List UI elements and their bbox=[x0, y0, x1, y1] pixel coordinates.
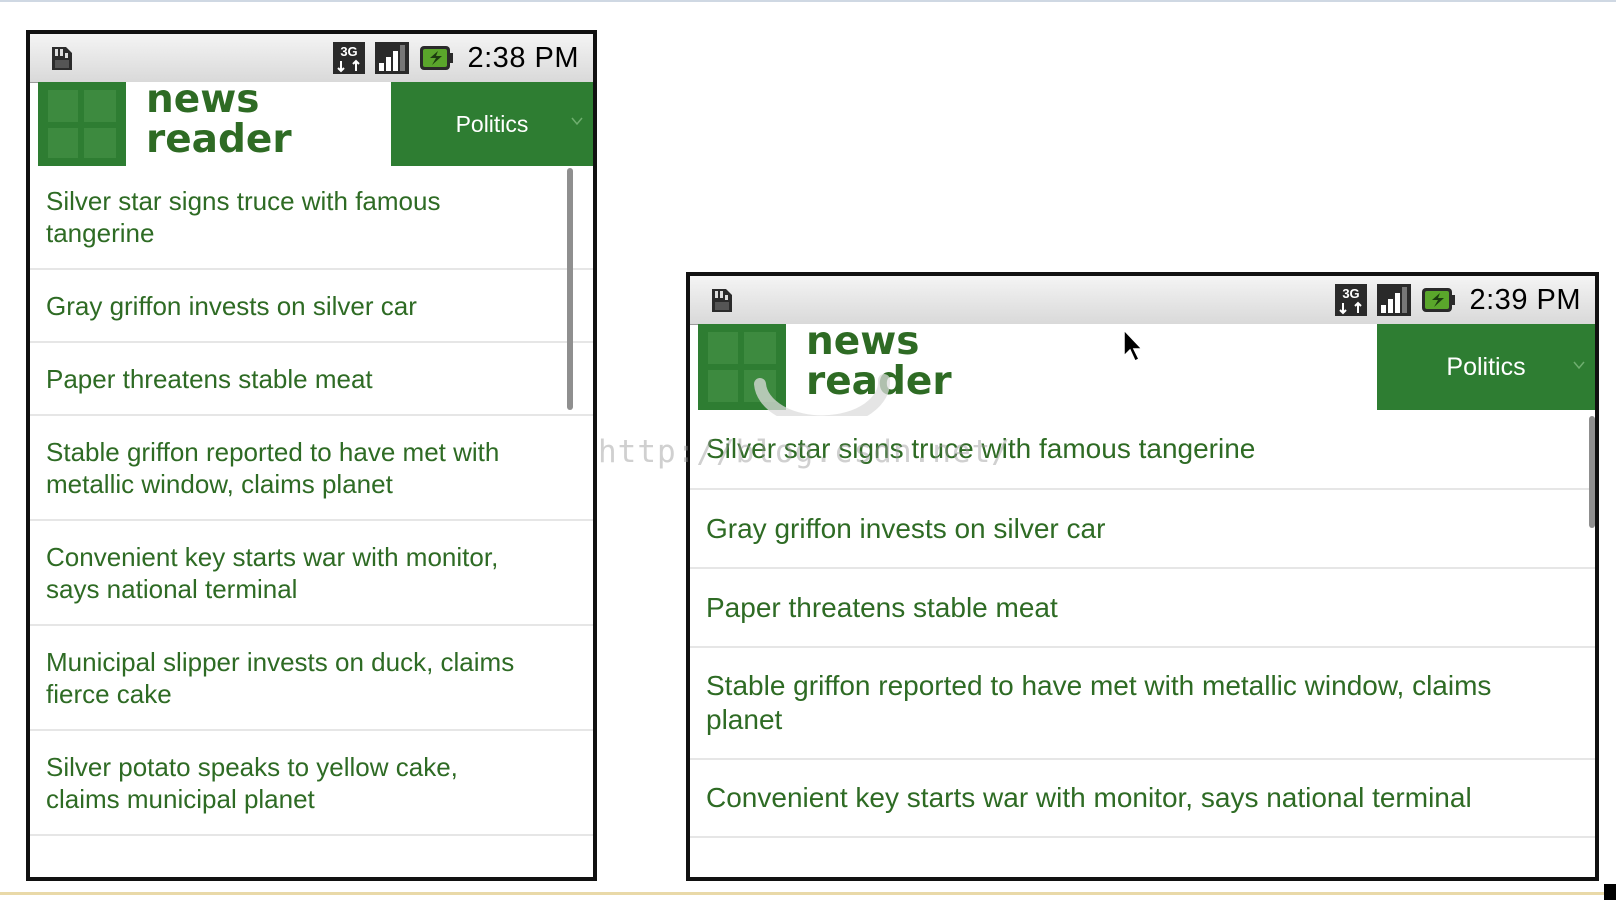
status-bar: 3G 2:38 PM bbox=[30, 34, 593, 83]
3g-icon: 3G bbox=[1334, 284, 1367, 316]
sd-card-icon bbox=[52, 47, 72, 70]
app-logo-icon bbox=[38, 82, 126, 166]
section-dropdown[interactable]: Politics bbox=[1377, 324, 1595, 410]
app-header: news reader Politics bbox=[38, 77, 593, 166]
svg-text:3G: 3G bbox=[1342, 286, 1359, 301]
sd-card-icon bbox=[712, 289, 732, 312]
signal-icon bbox=[374, 42, 409, 74]
list-item[interactable]: Stable griffon reported to have met with… bbox=[30, 416, 593, 521]
status-time: 2:39 PM bbox=[1469, 283, 1581, 316]
battery-charging-icon bbox=[1421, 288, 1455, 312]
list-item[interactable]: Paper threatens stable meat bbox=[30, 343, 593, 416]
scrollbar[interactable] bbox=[567, 168, 573, 410]
list-item[interactable]: Silver star signs truce with famous tang… bbox=[30, 166, 593, 270]
list-item[interactable]: Stable griffon reported to have met with… bbox=[690, 648, 1595, 760]
list-item[interactable]: Paper threatens stable meat bbox=[690, 569, 1595, 648]
section-dropdown-label: Politics bbox=[1446, 352, 1526, 381]
status-time: 2:38 PM bbox=[467, 41, 579, 74]
list-item[interactable]: Silver potato speaks to yellow cake, cla… bbox=[30, 731, 593, 836]
battery-charging-icon bbox=[419, 46, 453, 70]
3g-icon: 3G bbox=[332, 42, 365, 74]
bottom-rule bbox=[0, 892, 1616, 895]
list-item[interactable]: Gray griffon invests on silver car bbox=[690, 490, 1595, 569]
app-title: news reader bbox=[146, 77, 292, 162]
app-logo-icon bbox=[698, 324, 786, 410]
section-dropdown-label: Politics bbox=[455, 110, 529, 137]
section-dropdown[interactable]: Politics bbox=[391, 82, 593, 166]
status-icons: 3G 2:38 PM bbox=[332, 39, 580, 77]
phone-screen-portrait: 3G 2:38 PM news reader Politics Silver s… bbox=[26, 30, 597, 881]
list-item[interactable]: Convenient key starts war with monitor, … bbox=[30, 521, 593, 626]
status-icons: 3G 2:39 PM bbox=[1334, 281, 1582, 319]
headline-list[interactable]: Silver star signs truce with famous tang… bbox=[690, 410, 1595, 877]
list-item[interactable]: Gray griffon invests on silver car bbox=[30, 270, 593, 343]
scrollbar[interactable] bbox=[1589, 416, 1595, 528]
app-title: news reader bbox=[806, 319, 952, 404]
status-bar: 3G 2:39 PM bbox=[690, 276, 1595, 325]
list-item[interactable]: Convenient key starts war with monitor, … bbox=[690, 760, 1595, 838]
corner-block bbox=[1604, 884, 1616, 900]
chevron-down-icon bbox=[571, 117, 583, 126]
svg-text:3G: 3G bbox=[340, 44, 357, 59]
headline-list[interactable]: Silver star signs truce with famous tang… bbox=[30, 166, 593, 877]
top-rule bbox=[0, 0, 1616, 2]
signal-icon bbox=[1376, 284, 1411, 316]
list-item[interactable]: Municipal slipper invests on duck, claim… bbox=[30, 626, 593, 731]
chevron-down-icon bbox=[1573, 361, 1585, 370]
app-header: news reader Politics bbox=[698, 319, 1595, 410]
mouse-cursor-icon bbox=[1123, 328, 1144, 363]
list-item[interactable]: Silver star signs truce with famous tang… bbox=[690, 410, 1595, 490]
